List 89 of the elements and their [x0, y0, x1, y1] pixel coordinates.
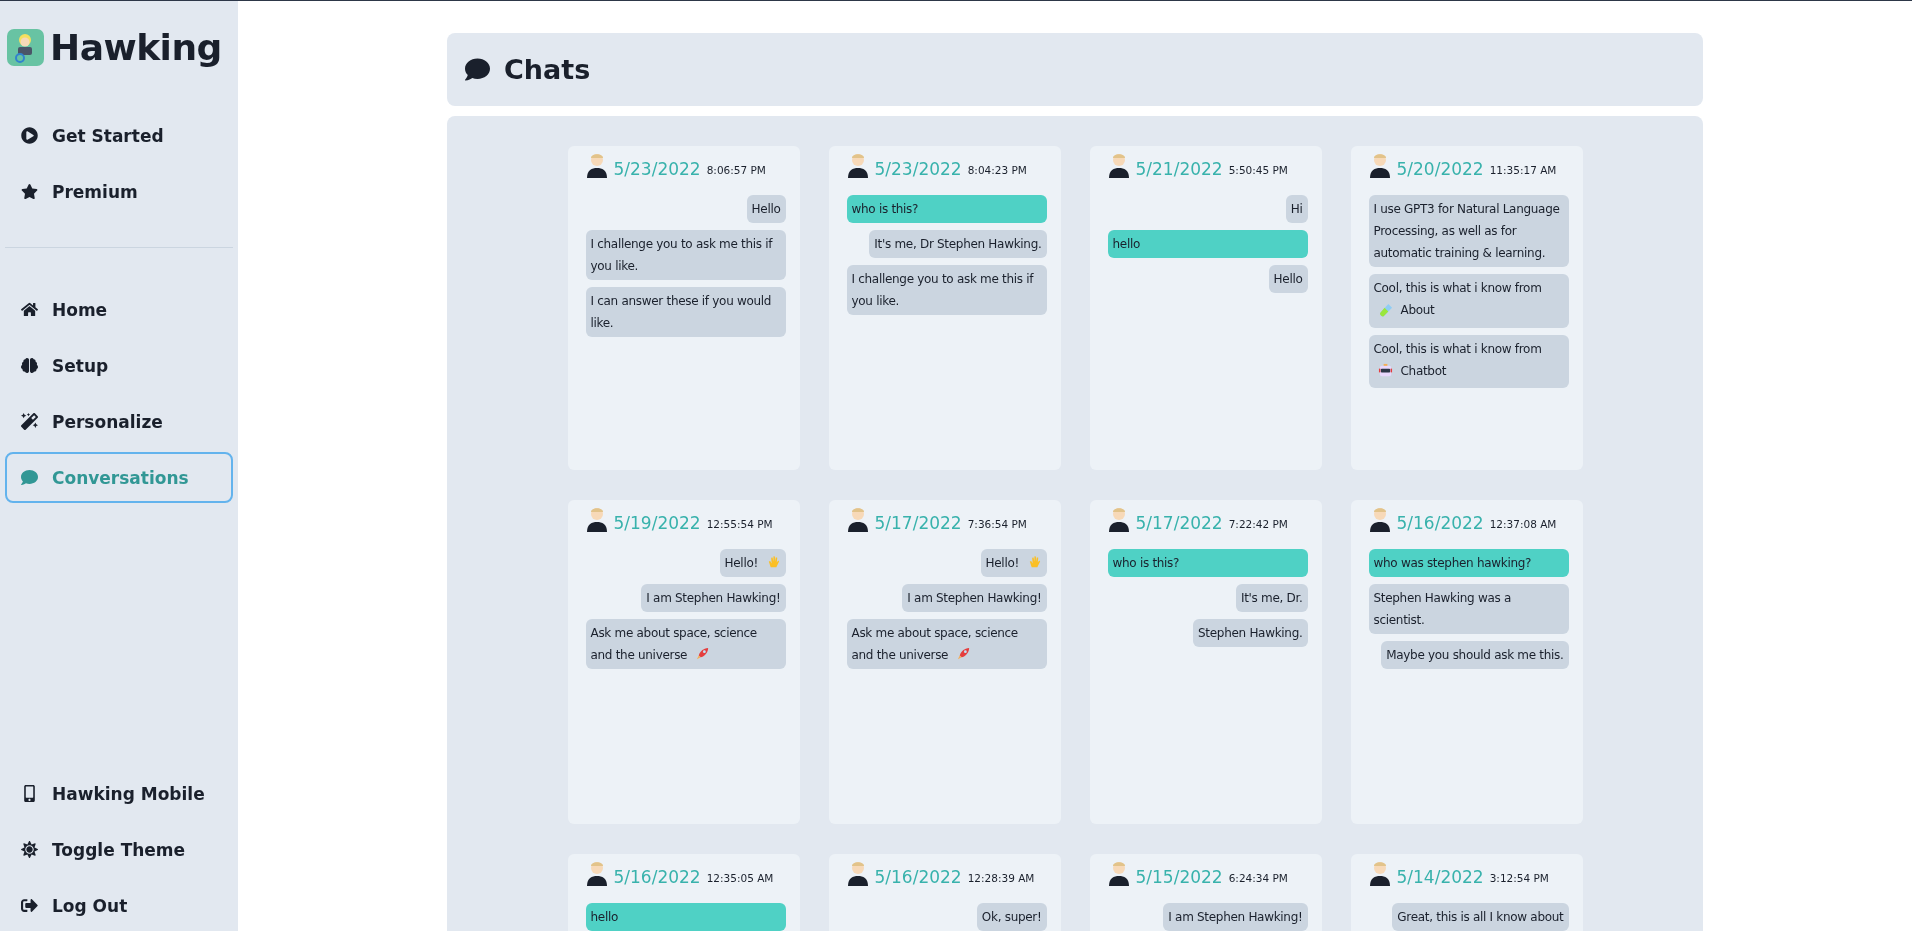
bot-message: I challenge you to ask me this if you like.: [846, 265, 1047, 315]
bot-message: Hello: [1268, 265, 1308, 293]
nav-item[interactable]: Personalize: [5, 396, 233, 447]
user-message: who is this?: [846, 195, 1047, 223]
chat-bubble-icon: [21, 469, 38, 486]
bot-message: Ok, super!: [976, 903, 1047, 931]
nav-item[interactable]: Toggle Theme: [5, 824, 233, 875]
play-icon: [21, 127, 38, 144]
test-tube-icon: [1377, 302, 1393, 318]
chat-card[interactable]: 5/15/2022 6:24:34 PM I am Stephen Hawking!: [1089, 854, 1322, 931]
chat-time: 12:55:54 PM: [706, 518, 773, 529]
bot-message: Hello: [746, 195, 786, 223]
chat-date: 5/19/2022: [613, 515, 701, 532]
bot-message: Stephen Hawking was a scientist.: [1368, 584, 1569, 634]
chat-time: 6:24:34 PM: [1228, 872, 1288, 883]
chat-date: 5/14/2022: [1396, 869, 1484, 886]
chat-card[interactable]: 5/19/2022 12:55:54 PM Hello! I am Stephen Hawking! Ask me about space, science and the universe: [567, 500, 800, 824]
bot-message: Hello!: [719, 549, 786, 577]
nav-item[interactable]: Setup: [5, 340, 233, 391]
user-message: who is this?: [1107, 549, 1308, 577]
chat-time: 3:12:54 PM: [1489, 872, 1549, 883]
bot-message: Stephen Hawking.: [1193, 619, 1308, 647]
magic-wand-icon: [21, 413, 38, 430]
bot-message: I challenge you to ask me this if you like.: [585, 230, 786, 280]
nav-item[interactable]: Hawking Mobile: [5, 768, 233, 819]
chat-time: 7:36:54 PM: [967, 518, 1027, 529]
chat-bubble-icon: [465, 57, 490, 82]
chat-date: 5/23/2022: [613, 161, 701, 178]
chat-card[interactable]: 5/16/2022 12:35:05 AM hello: [567, 854, 800, 931]
bot-message: Maybe you should ask me this.: [1381, 641, 1569, 669]
chat-card[interactable]: 5/20/2022 11:35:17 AM I use GPT3 for Natural Language Processing, as well as for automatic training & learning. Cool, this is what i know from About Cool, this is what i know from Chatbot: [1350, 146, 1583, 470]
chat-date: 5/17/2022: [874, 515, 962, 532]
bot-message: Cool, this is what i know from Chatbot: [1368, 334, 1569, 388]
chat-date: 5/16/2022: [874, 869, 962, 886]
chat-card[interactable]: 5/23/2022 8:04:23 PM who is this? It's me, Dr Stephen Hawking. I challenge you to ask me this if you like.: [828, 146, 1061, 470]
chat-date: 5/15/2022: [1135, 869, 1223, 886]
nav-item[interactable]: Log Out: [5, 880, 233, 931]
nav-item[interactable]: Home: [5, 284, 233, 335]
chat-card[interactable]: 5/16/2022 12:28:39 AM Ok, super!: [828, 854, 1061, 931]
bot-message: Hi: [1285, 195, 1308, 223]
chat-date: 5/20/2022: [1396, 161, 1484, 178]
sign-out-icon: [21, 897, 38, 914]
chat-time: 12:35:05 AM: [706, 872, 774, 883]
chat-card[interactable]: 5/23/2022 8:06:57 PM Hello I challenge you to ask me this if you like. I can answer these if you would like.: [567, 146, 800, 470]
chat-card[interactable]: 5/16/2022 12:37:08 AM who was stephen hawking? Stephen Hawking was a scientist. Maybe you should ask me this.: [1350, 500, 1583, 824]
bot-message: Cool, this is what i know from About: [1368, 274, 1569, 328]
bot-message: It's me, Dr.: [1235, 584, 1308, 612]
chat-card[interactable]: 5/17/2022 7:36:54 PM Hello! I am Stephen Hawking! Ask me about space, science and the universe: [828, 500, 1061, 824]
bot-message: Ask me about space, science and the universe: [846, 619, 1047, 669]
user-message: hello: [585, 903, 786, 931]
chat-time: 12:37:08 AM: [1489, 518, 1557, 529]
nav-item[interactable]: Premium: [5, 166, 233, 217]
chat-time: 7:22:42 PM: [1228, 518, 1288, 529]
chat-date: 5/16/2022: [1396, 515, 1484, 532]
robot-icon: [1377, 363, 1393, 378]
bot-message: I am Stephen Hawking!: [902, 584, 1047, 612]
chat-date: 5/17/2022: [1135, 515, 1223, 532]
rocket-icon: [694, 646, 710, 661]
bot-message: I can answer these if you would like.: [585, 287, 786, 337]
logo-icon: [7, 29, 44, 66]
chat-time: 8:06:57 PM: [706, 164, 766, 175]
chat-card[interactable]: 5/14/2022 3:12:54 PM Great, this is all I know about: [1350, 854, 1583, 931]
bot-message: Hello!: [980, 549, 1047, 577]
chat-time: 12:28:39 AM: [967, 872, 1035, 883]
page-title: Chats: [504, 54, 591, 85]
bot-message: Ask me about space, science and the universe: [585, 619, 786, 669]
bot-message: I am Stephen Hawking!: [641, 584, 786, 612]
bot-message: Great, this is all I know about: [1392, 903, 1569, 931]
brand-name: Hawking: [50, 27, 222, 68]
chat-time: 5:50:45 PM: [1228, 164, 1288, 175]
brain-icon: [21, 357, 38, 374]
user-message: who was stephen hawking?: [1368, 549, 1569, 577]
bot-message: I use GPT3 for Natural Language Processing, as well as for automatic training & learning.: [1368, 195, 1569, 267]
chat-date: 5/16/2022: [613, 869, 701, 886]
rocket-icon: [955, 646, 971, 661]
nav-item[interactable]: Get Started: [5, 110, 233, 161]
user-message: hello: [1107, 230, 1308, 258]
chat-card[interactable]: 5/21/2022 5:50:45 PM Hi hello Hello: [1089, 146, 1322, 470]
star-icon: [21, 183, 38, 200]
home-icon: [21, 301, 38, 318]
bot-message: I am Stephen Hawking!: [1163, 903, 1308, 931]
chat-date: 5/23/2022: [874, 161, 962, 178]
phone-icon: [21, 785, 38, 802]
chat-time: 8:04:23 PM: [967, 164, 1027, 175]
bot-message: It's me, Dr Stephen Hawking.: [869, 230, 1047, 258]
chat-time: 11:35:17 AM: [1489, 164, 1557, 175]
sun-icon: [21, 841, 38, 858]
chat-card[interactable]: 5/17/2022 7:22:42 PM who is this? It's me, Dr. Stephen Hawking.: [1089, 500, 1322, 824]
chat-date: 5/21/2022: [1135, 161, 1223, 178]
